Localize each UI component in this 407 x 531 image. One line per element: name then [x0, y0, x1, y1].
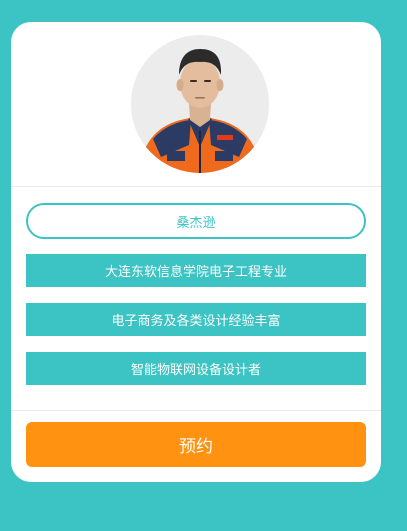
section-divider [11, 186, 381, 187]
profile-card: 桑杰逊 大连东软信息学院电子工程专业 电子商务及各类设计经验丰富 智能物联网设备… [11, 22, 381, 482]
tag-education: 大连东软信息学院电子工程专业 [26, 254, 366, 287]
tag-role: 智能物联网设备设计者 [26, 352, 366, 385]
person-photo-icon [131, 35, 269, 173]
avatar [131, 35, 269, 173]
section-divider [11, 410, 381, 411]
name-badge: 桑杰逊 [26, 203, 366, 239]
tag-experience: 电子商务及各类设计经验丰富 [26, 303, 366, 336]
book-button[interactable]: 预约 [26, 422, 366, 467]
